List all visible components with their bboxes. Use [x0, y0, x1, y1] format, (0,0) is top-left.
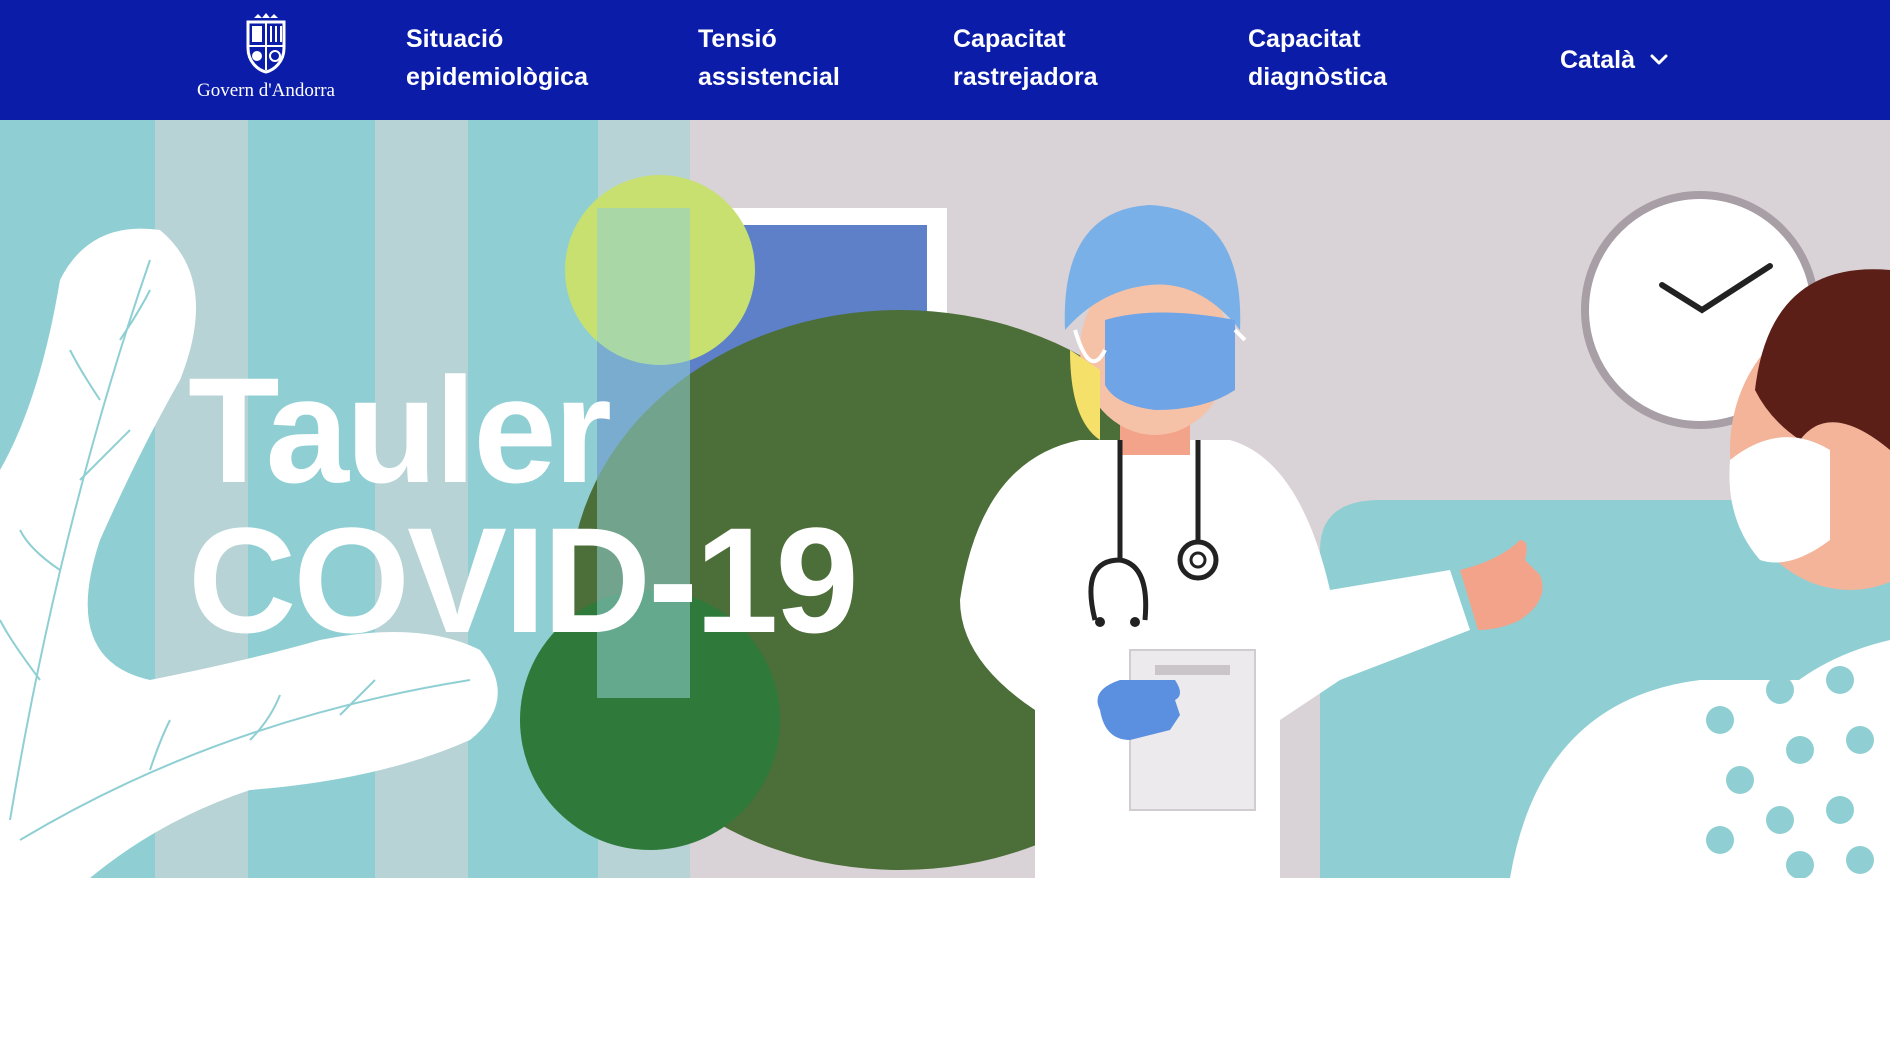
hero-title-line2: COVID-19: [188, 496, 859, 664]
nav-label-line2: diagnòstica: [1248, 63, 1387, 91]
nav-label-line1: Capacitat: [1248, 25, 1361, 53]
nav-tensio-assistencial[interactable]: Tensió assistencial: [698, 20, 840, 96]
hero-title: Tauler COVID-19: [188, 346, 859, 664]
nav-capacitat-rastrejadora[interactable]: Capacitat rastrejadora: [953, 20, 1098, 96]
language-label: Català: [1560, 45, 1636, 74]
logo-text: Govern d'Andorra: [197, 80, 335, 101]
top-navigation-bar: Govern d'Andorra Situació epidemiològica…: [0, 0, 1890, 120]
govern-andorra-logo[interactable]: Govern d'Andorra: [186, 12, 346, 108]
nav-label-line2: rastrejadora: [953, 63, 1098, 91]
nav-label-line2: assistencial: [698, 63, 840, 91]
language-selector[interactable]: Català: [1560, 40, 1669, 80]
hero-title-line1: Tauler: [188, 346, 612, 514]
nav-label-line1: Tensió: [698, 25, 777, 53]
nav-situacio-epidemiologica[interactable]: Situació epidemiològica: [406, 20, 588, 96]
coat-of-arms-icon: [246, 13, 286, 74]
nav-label-line2: epidemiològica: [406, 63, 588, 91]
nav-label-line1: Capacitat: [953, 25, 1066, 53]
nav-capacitat-diagnostica[interactable]: Capacitat diagnòstica: [1248, 20, 1387, 96]
hero-banner: Tauler COVID-19: [0, 120, 1890, 878]
chevron-down-icon: [1650, 54, 1668, 65]
nav-label-line1: Situació: [406, 25, 504, 53]
